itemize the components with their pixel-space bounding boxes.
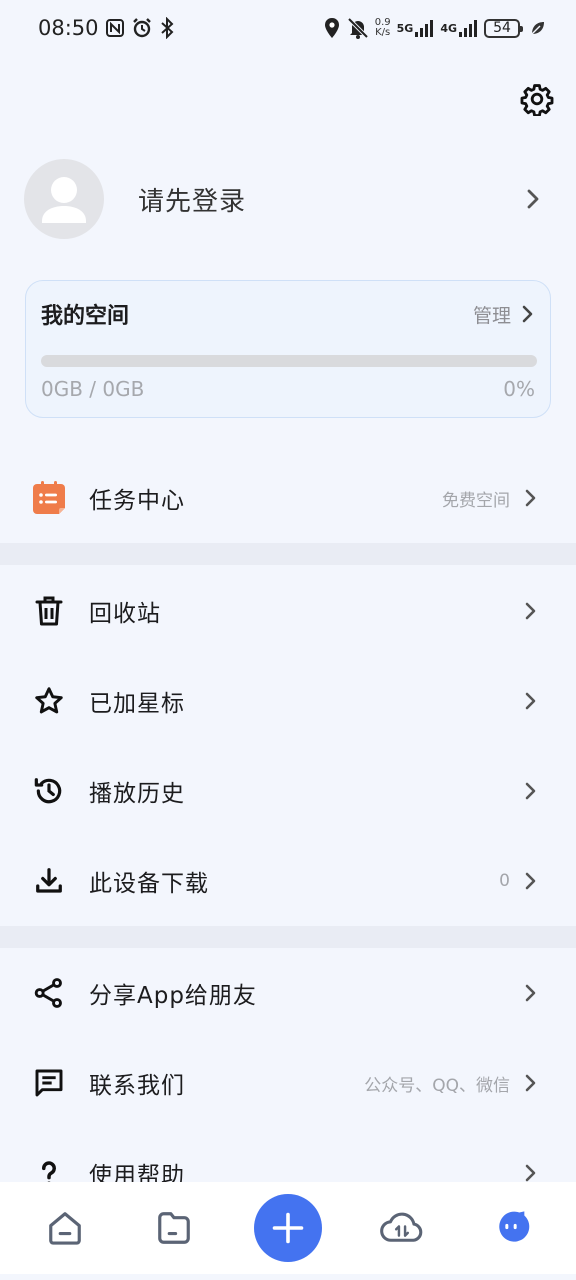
alarm-icon [131, 17, 153, 39]
task-calendar-icon [30, 479, 68, 517]
storage-progress-bar [41, 355, 537, 367]
manage-label: 管理 [472, 304, 511, 327]
speed-unit: K/s [375, 27, 391, 38]
cloud-transfer-icon [379, 1212, 422, 1242]
status-time: 08:50 [38, 16, 99, 40]
menu-label-recycle-bin: 回收站 [89, 601, 161, 627]
menu-group-files: 回收站 已加星标 播放历史 此设备下载 0 [0, 566, 576, 926]
settings-button[interactable] [520, 82, 554, 117]
storage-percent: 0% [503, 377, 535, 401]
manage-button[interactable]: 管理 [473, 301, 535, 328]
menu-item-device-downloads[interactable]: 此设备下载 0 [0, 836, 576, 926]
net-label-4g: 4G [440, 21, 457, 35]
chevron-right-icon [525, 782, 536, 800]
network-speed: 0.9 K/s [375, 18, 391, 38]
mute-bell-icon [347, 17, 369, 39]
signal-4g-icon: 4G [440, 18, 478, 38]
nav-profile[interactable] [481, 1198, 541, 1258]
status-left: 08:50 [38, 16, 175, 40]
menu-item-starred[interactable]: 已加星标 [0, 656, 576, 746]
download-count: 0 [499, 871, 510, 891]
leaf-icon [530, 20, 546, 36]
nav-home[interactable] [35, 1198, 95, 1258]
login-row[interactable]: 请先登录 [24, 158, 544, 240]
share-icon [30, 974, 68, 1012]
trash-icon [30, 592, 68, 630]
login-prompt[interactable]: 请先登录 [138, 181, 522, 218]
nfc-icon [105, 18, 125, 38]
storage-title: 我的空间 [41, 304, 130, 329]
star-icon [30, 682, 68, 720]
nav-files[interactable] [144, 1198, 204, 1258]
storage-usage: 0GB / 0GB [41, 377, 145, 401]
menu-group-tasks: 任务中心 免费空间 [0, 453, 576, 543]
status-bar: 08:50 0.9 K/s 5G 4G 54 [0, 0, 576, 56]
bottom-nav [0, 1182, 576, 1274]
menu-group-support: 分享App给朋友 联系我们 公众号、QQ、微信 使用帮助 [0, 948, 576, 1218]
menu-label-starred: 已加星标 [89, 691, 185, 717]
menu-label-device-downloads: 此设备下载 [89, 871, 209, 897]
contact-channels: 公众号、QQ、微信 [364, 1075, 510, 1096]
profile-face-icon [499, 1211, 530, 1242]
menu-label-play-history: 播放历史 [89, 781, 185, 807]
section-divider [0, 543, 576, 565]
chevron-right-icon [525, 1074, 536, 1092]
chevron-right-icon [525, 1164, 536, 1182]
nav-transfer[interactable] [372, 1198, 432, 1258]
storage-footer: 0GB / 0GB 0% [41, 377, 535, 401]
location-icon [323, 17, 341, 39]
download-icon [30, 862, 68, 900]
status-right: 0.9 K/s 5G 4G 54 [323, 17, 546, 39]
menu-item-task-center[interactable]: 任务中心 免费空间 [0, 453, 576, 543]
home-icon [48, 1212, 81, 1245]
plus-icon [272, 1212, 304, 1244]
storage-card: 我的空间 管理 0GB / 0GB 0% [25, 280, 551, 418]
chevron-right-icon [522, 305, 533, 323]
message-icon [30, 1064, 68, 1102]
menu-label-share-app: 分享App给朋友 [89, 983, 257, 1009]
home-indicator [0, 1274, 576, 1280]
menu-item-recycle-bin[interactable]: 回收站 [0, 566, 576, 656]
menu-item-contact-us[interactable]: 联系我们 公众号、QQ、微信 [0, 1038, 576, 1128]
menu-extra-free-space: 免费空间 [442, 490, 510, 511]
bluetooth-icon [159, 17, 175, 39]
menu-label-contact-us: 联系我们 [89, 1073, 185, 1099]
section-divider [0, 926, 576, 948]
chevron-right-icon [525, 872, 536, 890]
chevron-right-icon [525, 984, 536, 1002]
folder-icon [158, 1212, 191, 1244]
add-button[interactable] [253, 1194, 322, 1262]
chevron-right-icon [525, 692, 536, 710]
chevron-right-icon [525, 489, 536, 507]
net-label-5g: 5G [396, 21, 414, 35]
gear-icon [520, 84, 554, 117]
menu-label-task-center: 任务中心 [89, 488, 185, 514]
history-icon [30, 772, 68, 810]
menu-item-share-app[interactable]: 分享App给朋友 [0, 948, 576, 1038]
signal-5g-icon: 5G [397, 18, 435, 38]
storage-card-header: 我的空间 管理 [41, 299, 535, 329]
chevron-right-icon [525, 602, 536, 620]
avatar[interactable] [24, 159, 104, 239]
menu-item-play-history[interactable]: 播放历史 [0, 746, 576, 836]
battery-indicator: 54 [484, 18, 523, 38]
chevron-right-icon [522, 188, 544, 210]
user-placeholder-icon [42, 177, 86, 223]
